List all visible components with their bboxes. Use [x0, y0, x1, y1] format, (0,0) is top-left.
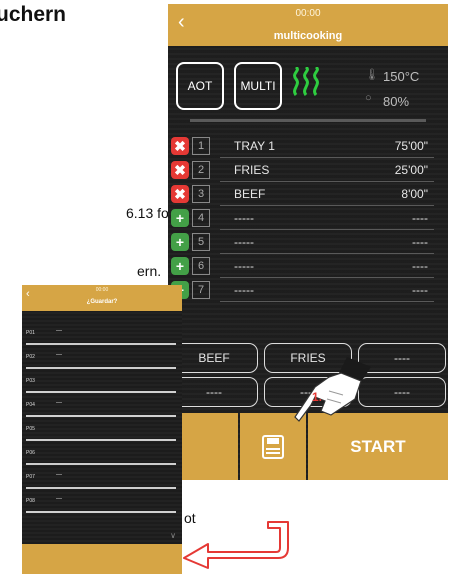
header-bar: ‹ 00:00 multicooking: [168, 4, 448, 46]
program-chip[interactable]: ----: [170, 377, 258, 407]
row-divider: [220, 181, 434, 182]
tray-name: -----: [234, 211, 254, 225]
tray-number: 1: [192, 137, 210, 155]
divider: [190, 119, 426, 122]
slot-label: P05: [26, 426, 35, 432]
slot-divider: [26, 511, 176, 513]
dialog-time: 00:00: [95, 287, 109, 293]
slot-value: —: [56, 328, 62, 334]
chevron-down-icon[interactable]: ∨: [170, 531, 176, 540]
tray-time: ----: [412, 211, 428, 225]
remove-icon[interactable]: ✖: [171, 185, 189, 203]
tray-number: 5: [192, 233, 210, 251]
save-dialog-screen: ‹ 00:00 ¿Guardar? P01 — P02 — P03 P04 — …: [22, 285, 182, 574]
row-divider: [220, 277, 434, 278]
tray-row[interactable]: + 6 ----- ----: [168, 255, 448, 278]
tray-name: -----: [234, 283, 254, 297]
header-time: 00:00: [295, 8, 321, 19]
humidity-value: 80%: [383, 94, 410, 109]
tray-row[interactable]: + 7 ----- ----: [168, 279, 448, 302]
dialog-footer: [22, 544, 182, 574]
document-heading: uchern: [0, 3, 67, 26]
tray-name: TRAY 1: [234, 139, 275, 153]
tray-row[interactable]: ✖ 3 BEEF 8'00": [168, 183, 448, 206]
tray-name: -----: [234, 235, 254, 249]
program-slot[interactable]: P04 —: [26, 393, 176, 417]
slot-label: P06: [26, 450, 35, 456]
tray-time: 75'00": [394, 139, 428, 153]
tray-row[interactable]: ✖ 2 FRIES 25'00": [168, 159, 448, 182]
multi-mode-button[interactable]: MULTI: [234, 62, 282, 110]
program-slot[interactable]: P08 —: [26, 489, 176, 513]
remove-icon[interactable]: ✖: [171, 137, 189, 155]
tray-time: ----: [412, 235, 428, 249]
aot-mode-button[interactable]: AOT: [176, 62, 224, 110]
tray-name: -----: [234, 259, 254, 273]
tray-number: 2: [192, 161, 210, 179]
temperature-value: 150°C: [383, 69, 420, 84]
steam-icon: [293, 67, 319, 96]
row-divider: [220, 301, 434, 302]
pointing-hand-icon: [294, 357, 371, 422]
tray-name: FRIES: [234, 163, 270, 177]
program-slot[interactable]: P05: [26, 417, 176, 441]
program-slot[interactable]: P03: [26, 369, 176, 393]
step-label: 1.: [312, 390, 323, 404]
document-text-line: ern.: [137, 263, 162, 279]
multi-label: MULTI: [240, 79, 276, 93]
tray-number: 7: [192, 281, 210, 299]
program-slot[interactable]: P01 —: [26, 321, 176, 345]
droplet-icon: ○: [365, 92, 372, 104]
tray-row[interactable]: + 4 ----- ----: [168, 207, 448, 230]
row-divider: [220, 229, 434, 230]
dialog-header: ‹ 00:00 ¿Guardar?: [22, 285, 182, 311]
program-slot[interactable]: P07 —: [26, 465, 176, 489]
slot-label: P08: [26, 498, 35, 504]
row-divider: [220, 253, 434, 254]
program-chip[interactable]: BEEF: [170, 343, 258, 373]
arrow-left-icon: [183, 521, 289, 569]
tray-row[interactable]: + 5 ----- ----: [168, 231, 448, 254]
floppy-disk-icon: [262, 434, 284, 459]
tray-name: BEEF: [234, 187, 266, 201]
aot-label: AOT: [187, 79, 213, 93]
tray-time: 8'00": [401, 187, 428, 201]
remove-icon[interactable]: ✖: [171, 161, 189, 179]
row-divider: [220, 205, 434, 206]
add-icon[interactable]: +: [171, 257, 189, 275]
tray-time: ----: [412, 283, 428, 297]
add-icon[interactable]: +: [171, 209, 189, 227]
slot-label: P07: [26, 474, 35, 480]
tray-time: ----: [412, 259, 428, 273]
slot-value: —: [56, 496, 62, 502]
slot-label: P03: [26, 378, 35, 384]
tray-number: 6: [192, 257, 210, 275]
tray-time: 25'00": [394, 163, 428, 177]
slot-label: P04: [26, 402, 35, 408]
slot-value: —: [56, 472, 62, 478]
slot-label: P01: [26, 330, 35, 336]
slot-label: P02: [26, 354, 35, 360]
program-slot[interactable]: P02 —: [26, 345, 176, 369]
tray-number: 4: [192, 209, 210, 227]
slot-value: —: [56, 352, 62, 358]
row-divider: [220, 157, 434, 158]
slot-value: —: [56, 400, 62, 406]
tray-row[interactable]: ✖ 1 TRAY 1 75'00": [168, 135, 448, 158]
dialog-title: ¿Guardar?: [86, 299, 118, 305]
program-slot[interactable]: P06: [26, 441, 176, 465]
thermometer-icon: 🌡: [365, 69, 379, 81]
add-icon[interactable]: +: [171, 233, 189, 251]
tray-number: 3: [192, 185, 210, 203]
screen-title: multicooking: [273, 30, 343, 42]
